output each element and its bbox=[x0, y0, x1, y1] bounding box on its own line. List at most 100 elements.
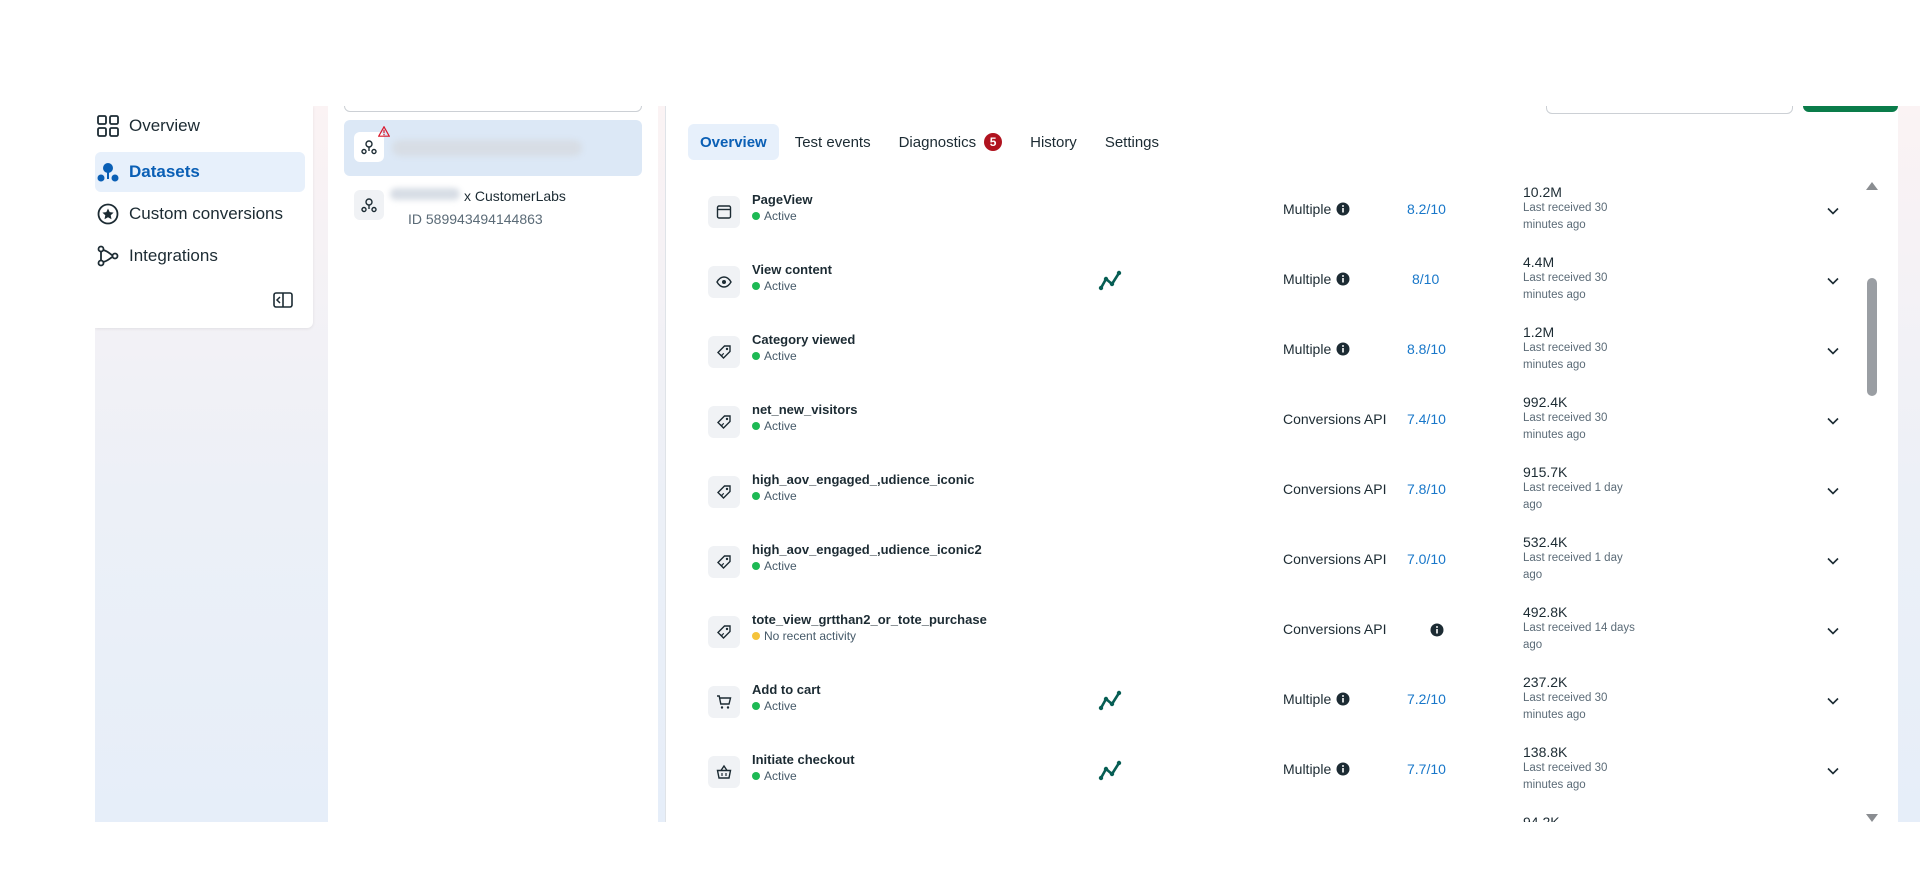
volume-value: 1.2M bbox=[1523, 324, 1555, 340]
tag-icon bbox=[708, 476, 740, 508]
status-label: Active bbox=[764, 489, 797, 503]
integration-cell: Multiple bbox=[1283, 761, 1350, 777]
chevron-down-icon[interactable] bbox=[1826, 204, 1840, 218]
events-table: PageView Active Multiple 8.2/10 10.2M Last re… bbox=[666, 176, 1866, 822]
tab-overview[interactable]: Overview bbox=[688, 124, 779, 160]
event-row[interactable]: tote_view_grtthan2_or_tote_purchase No re… bbox=[666, 596, 1866, 666]
status-label: Active bbox=[764, 769, 797, 783]
nav-item-label: Integrations bbox=[129, 246, 218, 265]
match-quality-score[interactable]: 7.2/10 bbox=[1407, 691, 1446, 707]
event-row[interactable]: 94.2K bbox=[666, 806, 1866, 822]
chevron-down-icon[interactable] bbox=[1826, 624, 1840, 638]
integration-cell: Conversions API bbox=[1283, 551, 1387, 567]
warning-icon bbox=[377, 124, 391, 142]
volume-value: 992.4K bbox=[1523, 394, 1568, 410]
event-row[interactable]: high_aov_engaged_,udience_iconic Active Co… bbox=[666, 456, 1866, 526]
info-icon[interactable] bbox=[1336, 342, 1350, 356]
event-status: Active bbox=[752, 559, 797, 573]
event-status: Active bbox=[752, 209, 797, 223]
trend-icon[interactable] bbox=[1098, 760, 1122, 782]
event-row[interactable]: View content Active Multiple 8/10 4.4M Last r… bbox=[666, 246, 1866, 316]
chevron-down-icon[interactable] bbox=[1826, 274, 1840, 288]
dataset-item[interactable]: x CustomerLabs ID 589943494144863 bbox=[344, 182, 642, 238]
chevron-down-icon[interactable] bbox=[1826, 414, 1840, 428]
event-row[interactable]: Initiate checkout Active Multiple 7.7/10 138… bbox=[666, 736, 1866, 806]
nav-item-custom-conversions[interactable]: Custom conversions bbox=[95, 194, 305, 234]
dataset-item-selected[interactable] bbox=[344, 120, 642, 176]
scroll-down-arrow[interactable] bbox=[1866, 814, 1878, 822]
datasets-panel: x CustomerLabs ID 589943494144863 bbox=[328, 106, 658, 822]
chevron-down-icon[interactable] bbox=[1826, 484, 1840, 498]
status-dot-icon bbox=[752, 422, 760, 430]
info-icon[interactable] bbox=[1336, 202, 1350, 216]
status-dot-icon bbox=[752, 282, 760, 290]
match-quality-score[interactable]: 7.0/10 bbox=[1407, 551, 1446, 567]
integration-label: Multiple bbox=[1283, 271, 1332, 287]
volume-value: 10.2M bbox=[1523, 184, 1562, 200]
dataset-search-input[interactable] bbox=[344, 106, 642, 112]
volume-cell: 992.4K Last received 30 minutes ago bbox=[1523, 394, 1643, 444]
trend-icon[interactable] bbox=[1098, 690, 1122, 712]
event-row[interactable]: net_new_visitors Active Conversions API 7.4… bbox=[666, 386, 1866, 456]
tab-history[interactable]: History bbox=[1018, 124, 1089, 160]
volume-cell: 94.2K bbox=[1523, 814, 1643, 822]
dataset-name: x CustomerLabs bbox=[464, 188, 566, 204]
nav-item-datasets[interactable]: Datasets bbox=[95, 152, 305, 192]
tab-settings[interactable]: Settings bbox=[1093, 124, 1171, 160]
info-icon[interactable] bbox=[1336, 762, 1350, 776]
volume-cell: 1.2M Last received 30 minutes ago bbox=[1523, 324, 1643, 374]
match-quality-score[interactable]: 8/10 bbox=[1412, 271, 1439, 287]
volume-cell: 138.8K Last received 30 minutes ago bbox=[1523, 744, 1643, 794]
nav-item-overview[interactable]: Overview bbox=[95, 106, 305, 146]
chevron-down-icon[interactable] bbox=[1826, 344, 1840, 358]
main-panel: Overview Test events Diagnostics 5 Histor… bbox=[665, 106, 1898, 822]
tag-icon bbox=[708, 406, 740, 438]
event-name: View content bbox=[752, 262, 832, 277]
event-row[interactable]: Add to cart Active Multiple 7.2/10 237.2K Las… bbox=[666, 666, 1866, 736]
match-quality-score[interactable]: 7.8/10 bbox=[1407, 481, 1446, 497]
status-dot-icon bbox=[752, 212, 760, 220]
chevron-down-icon[interactable] bbox=[1826, 554, 1840, 568]
volume-cell: 915.7K Last received 1 day ago bbox=[1523, 464, 1643, 514]
info-icon[interactable] bbox=[1430, 623, 1444, 637]
match-quality-score[interactable]: 8.8/10 bbox=[1407, 341, 1446, 357]
integration-label: Multiple bbox=[1283, 201, 1332, 217]
volume-value: 138.8K bbox=[1523, 744, 1568, 760]
event-status: Active bbox=[752, 349, 797, 363]
tab-diagnostics[interactable]: Diagnostics 5 bbox=[887, 124, 1015, 160]
dataset-icon bbox=[354, 190, 384, 220]
chevron-down-icon[interactable] bbox=[1826, 764, 1840, 778]
search-input[interactable] bbox=[1546, 106, 1793, 114]
trend-icon[interactable] bbox=[1098, 270, 1122, 292]
info-icon[interactable] bbox=[1336, 272, 1350, 286]
info-icon[interactable] bbox=[1336, 692, 1350, 706]
volume-cell: 4.4M Last received 30 minutes ago bbox=[1523, 254, 1643, 304]
chevron-down-icon[interactable] bbox=[1826, 694, 1840, 708]
nav-item-integrations[interactable]: Integrations bbox=[95, 236, 305, 276]
tab-test-events[interactable]: Test events bbox=[783, 124, 883, 160]
tag-icon bbox=[708, 616, 740, 648]
tag-icon bbox=[708, 546, 740, 578]
last-received: Last received 30 minutes ago bbox=[1523, 342, 1608, 371]
nav-item-label: Custom conversions bbox=[129, 204, 284, 223]
event-name: Add to cart bbox=[752, 682, 821, 697]
integration-cell: Multiple bbox=[1283, 691, 1350, 707]
diagnostics-count-badge: 5 bbox=[984, 133, 1003, 151]
event-name: tote_view_grtthan2_or_tote_purchase bbox=[752, 612, 987, 627]
dataset-icon bbox=[95, 159, 121, 185]
event-row[interactable]: Category viewed Active Multiple 8.8/10 1.2M L… bbox=[666, 316, 1866, 386]
dataset-name-redacted bbox=[390, 188, 460, 200]
match-quality-score[interactable]: 7.7/10 bbox=[1407, 761, 1446, 777]
last-received: Last received 14 days ago bbox=[1523, 622, 1635, 651]
primary-action-button[interactable] bbox=[1803, 106, 1898, 112]
collapse-panel-icon[interactable] bbox=[273, 292, 293, 308]
scroll-up-arrow[interactable] bbox=[1866, 182, 1878, 190]
scrollbar-thumb[interactable] bbox=[1867, 278, 1877, 396]
volume-value: 532.4K bbox=[1523, 534, 1568, 550]
match-quality-score[interactable]: 7.4/10 bbox=[1407, 411, 1446, 427]
match-quality-score[interactable]: 8.2/10 bbox=[1407, 201, 1446, 217]
event-row[interactable]: PageView Active Multiple 8.2/10 10.2M Last re… bbox=[666, 176, 1866, 246]
event-row[interactable]: high_aov_engaged_,udience_iconic2 Active C… bbox=[666, 526, 1866, 596]
integration-label: Conversions API bbox=[1283, 551, 1387, 567]
event-status: Active bbox=[752, 769, 797, 783]
